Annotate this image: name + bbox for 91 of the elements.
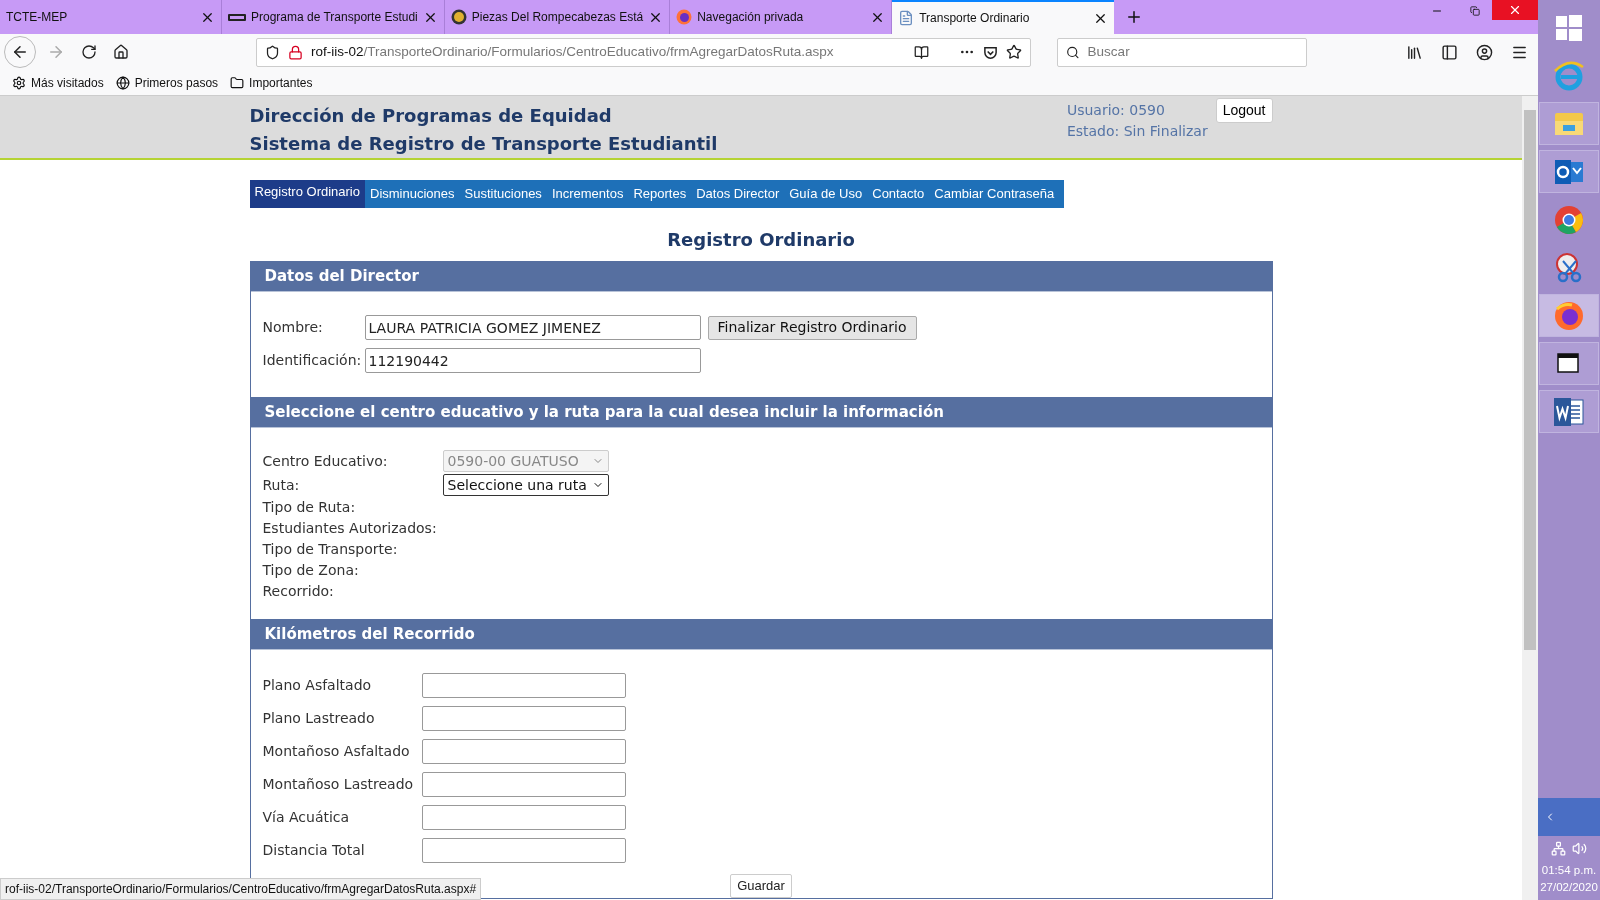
pocket-icon[interactable] bbox=[983, 44, 998, 60]
field-label: Recorrido: bbox=[262, 582, 335, 601]
volume-icon[interactable] bbox=[1572, 840, 1587, 856]
field-label: Montañoso Lastreado bbox=[262, 775, 415, 794]
scrollbar-thumb[interactable] bbox=[1524, 110, 1536, 650]
site-title: Dirección de Programas de Equidad bbox=[249, 104, 613, 128]
text-field[interactable] bbox=[421, 805, 626, 830]
user-label: Usuario: 0590 bbox=[1066, 101, 1166, 120]
globe-icon bbox=[115, 75, 130, 90]
settings-icon bbox=[12, 75, 26, 90]
status-bar: rof-iis-02/TransporteOrdinario/Formularios/CentroEducativo/frmAgregarDatosRuta.aspx# bbox=[0, 878, 482, 900]
bookmark[interactable]: Más visitados bbox=[12, 73, 104, 92]
field-label: Plano Lastreado bbox=[262, 709, 376, 728]
close-icon bbox=[1508, 3, 1522, 17]
shield-icon bbox=[265, 44, 280, 60]
field-label: Ruta: bbox=[262, 475, 301, 495]
tab-title: TCTE-MEP bbox=[6, 9, 69, 26]
section-header: Datos del Director bbox=[250, 261, 1272, 292]
tab-title: Programa de Transporte Estudi bbox=[251, 9, 418, 26]
firefox-icon[interactable] bbox=[1554, 300, 1584, 331]
address-bar[interactable]: rof-iis-02/TransporteOrdinario/Formularios/CentroEducativo/frmAgregarDatosRuta.aspx bbox=[256, 37, 1031, 67]
mail-icon[interactable] bbox=[1553, 157, 1585, 186]
scissors-icon[interactable] bbox=[1554, 252, 1584, 283]
star-icon[interactable] bbox=[1006, 44, 1022, 60]
reader-view-icon[interactable] bbox=[914, 44, 929, 60]
field-label: Plano Asfaltado bbox=[262, 676, 373, 695]
page-icon bbox=[898, 10, 915, 26]
nav-tab[interactable]: Registro Ordinario bbox=[249, 180, 365, 208]
text-field[interactable]: LAURA PATRICIA GOMEZ JIMENEZ bbox=[364, 315, 701, 340]
nav-tab[interactable]: Contacto bbox=[867, 180, 930, 208]
text-field[interactable] bbox=[421, 673, 626, 698]
taskbar-item[interactable] bbox=[1539, 342, 1599, 385]
section-header: Kilómetros del Recorrido bbox=[250, 619, 1272, 650]
document-icon[interactable] bbox=[1553, 396, 1585, 427]
status-label: Estado: Sin Finalizar bbox=[1066, 122, 1208, 141]
section-header: Seleccione el centro educativo y la ruta para la cual desea incluir la información bbox=[250, 397, 1272, 428]
taskbar-item[interactable] bbox=[1539, 150, 1599, 193]
tab-title: Piezas Del Rompecabezas Está bbox=[471, 9, 644, 26]
field-label: Estudiantes Autorizados: bbox=[262, 519, 438, 538]
scrollbar[interactable] bbox=[1522, 96, 1538, 900]
field-label: Montañoso Asfaltado bbox=[262, 742, 411, 761]
url-text: rof-iis-02/TransporteOrdinario/Formularios/CentroEducativo/frmAgregarDatosRuta.aspx bbox=[311, 42, 834, 61]
windows-icon[interactable] bbox=[1556, 14, 1582, 41]
bookmark[interactable]: Primeros pasos bbox=[115, 73, 219, 92]
field-label: Vía Acuática bbox=[262, 808, 351, 827]
site-subtitle: Sistema de Registro de Transporte Estudiantil bbox=[249, 132, 719, 156]
finalize-button[interactable]: Finalizar Registro Ordinario bbox=[707, 315, 917, 340]
text-field[interactable] bbox=[421, 772, 626, 797]
nav-tab[interactable]: Disminuciones bbox=[365, 180, 460, 208]
window-icon[interactable] bbox=[1557, 352, 1581, 375]
network-icon[interactable] bbox=[1551, 840, 1566, 856]
search-input[interactable]: Buscar bbox=[1087, 41, 1298, 63]
field-label: Distancia Total bbox=[262, 841, 366, 860]
account-icon[interactable] bbox=[1476, 43, 1493, 61]
nav-tab[interactable]: Reportes bbox=[628, 180, 692, 208]
field-label: Tipo de Zona: bbox=[262, 561, 360, 580]
search-field[interactable]: Buscar bbox=[1057, 37, 1307, 67]
field-label: Identificación: bbox=[262, 351, 363, 370]
nav-tab[interactable]: Sustituciones bbox=[459, 180, 547, 208]
nav-tab[interactable]: Datos Director bbox=[691, 180, 785, 208]
nav-tab[interactable]: Guía de Uso bbox=[784, 180, 868, 208]
firefox-icon bbox=[676, 9, 693, 25]
nav-tab[interactable]: Cambiar Contraseña bbox=[929, 180, 1060, 208]
home-icon[interactable] bbox=[113, 44, 129, 60]
save-button[interactable]: Guardar bbox=[730, 874, 792, 898]
folder-icon bbox=[230, 75, 245, 90]
chrome-icon[interactable] bbox=[1554, 204, 1584, 235]
text-field[interactable] bbox=[421, 838, 626, 863]
library-icon[interactable] bbox=[1406, 43, 1423, 61]
reload-icon[interactable] bbox=[81, 44, 97, 60]
page-title: Registro Ordinario bbox=[666, 228, 856, 252]
dropdown[interactable]: Seleccione una ruta bbox=[442, 474, 609, 496]
restore-icon[interactable] bbox=[1470, 6, 1480, 16]
back-icon bbox=[11, 43, 29, 61]
field-label: Centro Educativo: bbox=[262, 451, 389, 471]
browser-tab[interactable]: Transporte Ordinario bbox=[892, 0, 1115, 34]
field-label: Tipo de Ruta: bbox=[262, 498, 357, 517]
search-icon bbox=[1066, 44, 1080, 60]
nav-tab[interactable]: Incrementos bbox=[546, 180, 629, 208]
bookmark[interactable]: Importantes bbox=[230, 73, 313, 92]
field-label: Tipo de Transporte: bbox=[262, 540, 399, 559]
sidebar-icon[interactable] bbox=[1441, 43, 1458, 61]
text-field[interactable] bbox=[421, 706, 626, 731]
taskbar-item[interactable] bbox=[1539, 390, 1599, 433]
logout-button[interactable]: Logout bbox=[1215, 98, 1273, 123]
field-label: Nombre: bbox=[262, 318, 324, 337]
tab-title: Transporte Ordinario bbox=[919, 10, 1031, 27]
tab-title: Navegación privada bbox=[697, 9, 805, 26]
text-field[interactable] bbox=[421, 739, 626, 764]
text-field[interactable]: 112190442 bbox=[364, 348, 701, 373]
lock-icon bbox=[288, 44, 303, 60]
